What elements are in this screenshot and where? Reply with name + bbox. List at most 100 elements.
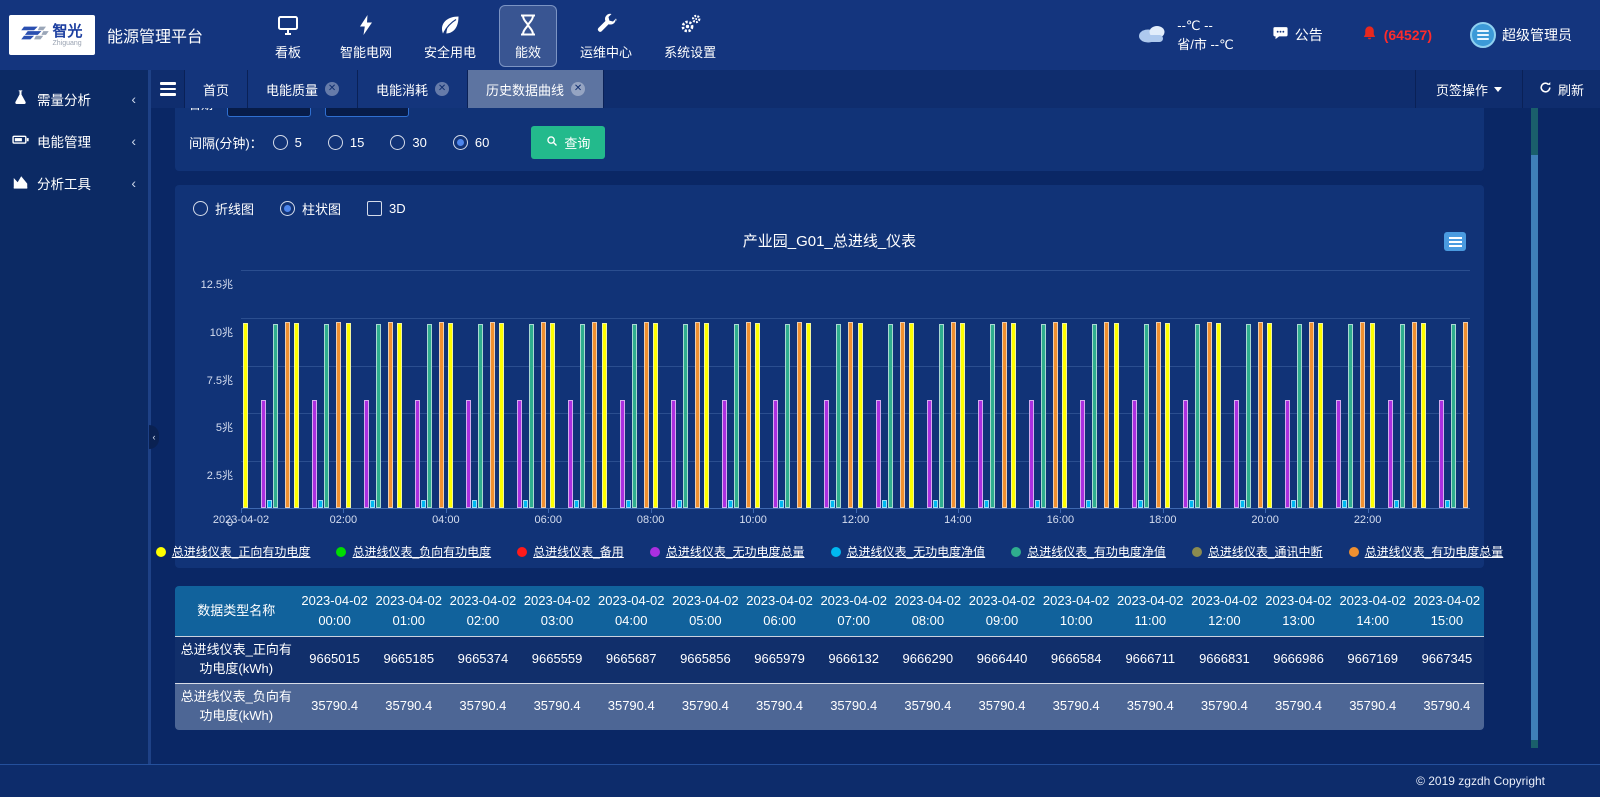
bar — [695, 322, 700, 508]
table-row: 总进线仪表_负向有功电度(kWh)35790.435790.435790.435… — [175, 683, 1484, 730]
chart-context-menu-icon[interactable] — [1444, 232, 1466, 251]
radio-icon — [193, 201, 208, 216]
vertical-scrollbar[interactable] — [1531, 108, 1538, 748]
table-header-time-col: 2023-04-02 09:00 — [965, 586, 1039, 636]
logo-stripes-icon — [21, 22, 49, 49]
close-icon[interactable]: ✕ — [325, 82, 339, 96]
nav-item-运维中心[interactable]: 运维中心 — [571, 5, 641, 67]
interval-radio-15[interactable]: 15 — [328, 135, 364, 150]
bar — [285, 322, 290, 508]
sidebar-item-分析工具[interactable]: 分析工具‹ — [0, 162, 148, 204]
bar — [836, 324, 841, 508]
refresh-button[interactable]: 刷新 — [1522, 70, 1600, 108]
bar — [261, 400, 266, 508]
chart-type-radio-柱状图[interactable]: 柱状图 — [280, 199, 341, 218]
y-tick-label: 10兆 — [210, 324, 233, 340]
tab-历史数据曲线[interactable]: 历史数据曲线✕ — [468, 70, 604, 108]
cell-value: 35790.4 — [1113, 683, 1187, 730]
legend-label: 总进线仪表_正向有功电度 — [172, 543, 311, 560]
table-header-time-col: 2023-04-02 11:00 — [1113, 586, 1187, 636]
bar-group-04:00 — [446, 270, 497, 508]
tab-电能消耗[interactable]: 电能消耗 ✕ — [358, 70, 468, 108]
checkbox-3d[interactable]: 3D — [367, 201, 406, 216]
tab-operations-dropdown[interactable]: 页签操作 — [1415, 70, 1522, 108]
legend-item[interactable]: 总进线仪表_有功电度总量 — [1349, 543, 1504, 560]
bar — [1080, 400, 1085, 508]
alarm-button[interactable]: (64527) — [1361, 25, 1432, 45]
user-name: 超级管理员 — [1502, 25, 1572, 45]
bar — [602, 323, 607, 508]
radio-icon — [273, 135, 288, 150]
date-to-input[interactable]: 2023-04-02 — [325, 108, 409, 117]
bar — [939, 324, 944, 508]
interval-radio-5[interactable]: 5 — [273, 135, 302, 150]
nav-item-安全用电[interactable]: 安全用电 — [415, 5, 485, 67]
table-header-time-col: 2023-04-02 03:00 — [520, 586, 594, 636]
bar — [1400, 324, 1405, 508]
tab-首页[interactable]: 首页 — [185, 70, 248, 108]
cell-value: 35790.4 — [520, 683, 594, 730]
bar — [728, 500, 733, 508]
bar — [1388, 400, 1393, 508]
sidebar-item-电能管理[interactable]: 电能管理‹ — [0, 120, 148, 162]
cell-value: 9665979 — [742, 636, 816, 683]
x-tick-label: 04:00 — [432, 514, 460, 526]
interval-radio-60[interactable]: 60 — [453, 135, 489, 150]
bar — [1421, 323, 1426, 508]
row-label: 总进线仪表_正向有功电度(kWh) — [175, 636, 298, 683]
y-tick-label: 2.5兆 — [207, 467, 233, 483]
interval-label: 间隔(分钟)： — [189, 133, 263, 152]
close-icon[interactable]: ✕ — [435, 82, 449, 96]
legend-item[interactable]: 总进线仪表_通讯中断 — [1192, 543, 1323, 560]
bar-group-15:00 — [1009, 270, 1060, 508]
legend-item[interactable]: 总进线仪表_有功电度净值 — [1011, 543, 1166, 560]
bar — [478, 324, 483, 508]
bar — [644, 322, 649, 508]
topbar: 智光 Zhiguang 能源管理平台 看板智能电网安全用电能效运维中心系统设置 … — [0, 0, 1600, 70]
legend-item[interactable]: 总进线仪表_无功电度净值 — [831, 543, 986, 560]
legend-marker-icon — [156, 547, 166, 557]
cell-value: 9666440 — [965, 636, 1039, 683]
nav-item-智能电网[interactable]: 智能电网 — [331, 5, 401, 67]
legend-item[interactable]: 总进线仪表_正向有功电度 — [156, 543, 311, 560]
hamburger-menu-icon[interactable] — [151, 70, 185, 108]
legend-item[interactable]: 总进线仪表_备用 — [517, 543, 624, 560]
table-header-time-col: 2023-04-02 08:00 — [891, 586, 965, 636]
date-from-input[interactable]: 2023-04-02 — [227, 108, 311, 117]
search-button[interactable]: 查询 — [531, 126, 605, 159]
user-menu[interactable]: 超级管理员 — [1470, 22, 1572, 48]
bar — [1029, 400, 1034, 508]
tabs: 首页电能质量✕电能消耗✕历史数据曲线✕ — [185, 70, 604, 108]
legend-item[interactable]: 总进线仪表_无功电度总量 — [650, 543, 805, 560]
chart-type-radio-折线图[interactable]: 折线图 — [193, 199, 254, 218]
avatar-icon — [1470, 22, 1496, 48]
nav-item-能效[interactable]: 能效 — [499, 5, 557, 67]
bar — [1394, 500, 1399, 508]
bar — [933, 500, 938, 508]
bar — [397, 323, 402, 508]
interval-radio-30[interactable]: 30 — [390, 135, 426, 150]
x-tick-label: 16:00 — [1047, 514, 1075, 526]
sidebar-item-需量分析[interactable]: 需量分析‹ — [0, 78, 148, 120]
bar — [1041, 324, 1046, 508]
tab-label: 电能消耗 — [376, 80, 428, 99]
radio-icon — [328, 135, 343, 150]
bar — [1156, 322, 1161, 508]
legend-item[interactable]: 总进线仪表_负向有功电度 — [336, 543, 491, 560]
nav-item-系统设置[interactable]: 系统设置 — [655, 5, 725, 67]
radio-icon — [280, 201, 295, 216]
scrollbar-thumb[interactable] — [1531, 155, 1538, 740]
data-table: 数据类型名称2023-04-02 00:002023-04-02 01:0020… — [175, 586, 1484, 730]
bar-group-18:00 — [1163, 270, 1214, 508]
nav-item-看板[interactable]: 看板 — [259, 5, 317, 67]
notice-button[interactable]: 公告 — [1272, 25, 1323, 45]
bar-group-20:00 — [1265, 270, 1316, 508]
bar — [346, 323, 351, 508]
radio-icon — [390, 135, 405, 150]
tab-电能质量[interactable]: 电能质量✕ — [248, 70, 358, 108]
app-title: 能源管理平台 — [107, 23, 203, 47]
bar-group-13:00 — [907, 270, 958, 508]
bar — [1360, 322, 1365, 508]
close-icon[interactable]: ✕ — [571, 82, 585, 96]
chat-icon — [1272, 25, 1289, 45]
